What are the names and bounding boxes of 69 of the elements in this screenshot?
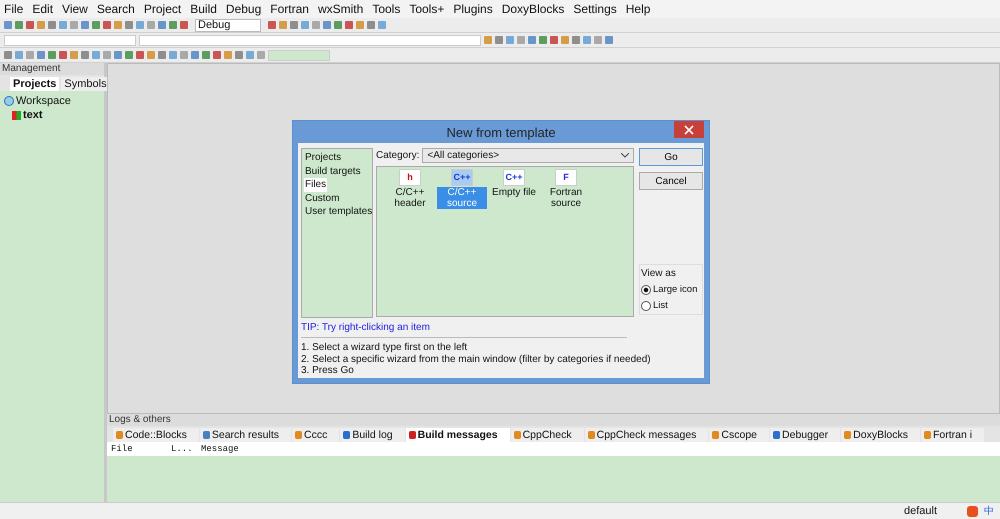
file-icon: F [555,169,577,186]
log-tab[interactable]: Build log [340,428,405,442]
category-item[interactable]: User templates [304,205,374,218]
log-tab[interactable]: DoxyBlocks [841,428,920,442]
category-item[interactable]: Files [304,178,328,192]
category-item[interactable]: Custom [304,192,340,205]
instruction-text: 1. Select a wizard type first on the left [301,342,468,354]
menu-item[interactable]: File [4,2,24,16]
menu-item[interactable]: Search [96,2,135,16]
log-tab[interactable]: CppCheck [510,428,584,442]
file-icon: C++ [451,169,473,186]
close-button[interactable] [674,121,704,138]
file-icon: C++ [503,169,525,186]
panel-tab[interactable]: Symbols [61,77,110,91]
dialog-button[interactable]: Cancel [639,172,703,190]
radio-option[interactable]: List [641,300,701,311]
log-tab[interactable]: CppCheck messages [584,428,708,442]
menu-item[interactable]: Debug [226,2,262,16]
category-item[interactable]: Projects [304,151,342,164]
tip-text: TIP: Try right-clicking an item [301,322,431,333]
log-tab[interactable]: Debugger [770,428,840,442]
panel-title: Logs & others [109,414,171,425]
log-tab[interactable]: Cscope [709,428,770,442]
group-title: View as [641,268,677,279]
menu-item[interactable]: Build [190,2,217,16]
function-dropdown[interactable] [139,34,481,46]
template-item[interactable]: Fortran source [541,187,591,209]
menu-item[interactable]: View [62,2,88,16]
project-icon [12,110,21,120]
category-item[interactable]: Build targets [304,164,362,178]
menu-item[interactable]: DoxyBlocks [502,2,564,16]
build-target-dropdown[interactable]: Debug [195,18,261,32]
log-tab[interactable]: Fortran i [921,428,984,442]
template-item[interactable]: C/C++ header [385,187,435,209]
instruction-text: 3. Press Go [301,365,355,376]
tree-item[interactable]: Workspace [16,95,71,107]
category-dropdown[interactable]: <All categories> [422,148,634,163]
menu-item[interactable]: Plugins [453,2,493,16]
log-tab[interactable]: Build messages [406,428,510,442]
menu-item[interactable]: wxSmith [318,2,364,16]
menu-item[interactable]: Tools+ [409,2,444,16]
dialog-title: New from template [446,124,556,140]
menu-item[interactable]: Project [144,2,182,16]
menu-item[interactable]: Tools [372,2,400,16]
template-item[interactable]: Empty file [491,187,537,198]
column-header[interactable]: Message [201,444,239,454]
log-tab[interactable]: Code::Blocks [113,428,199,442]
column-header[interactable]: File [111,444,171,454]
workspace-icon [4,96,14,106]
tree-item[interactable]: text [23,109,43,121]
dialog-button[interactable]: Go [639,148,703,166]
menu-item[interactable]: Fortran [270,2,309,16]
log-tab[interactable]: Search results [200,428,291,442]
scope-dropdown[interactable] [4,34,136,46]
search-dropdown[interactable] [268,50,330,60]
panel-tab[interactable]: Projects [10,77,60,91]
panel-title: Management [2,63,60,74]
menu-item[interactable]: Help [626,2,650,16]
menu-item[interactable]: Settings [573,2,617,16]
file-icon: h [399,169,421,186]
column-header[interactable]: L... [171,444,201,454]
category-label: Category: [376,150,420,161]
status-text: default [904,505,937,517]
close-icon [684,124,694,134]
ime-indicator[interactable]: 中 [984,504,994,518]
menu-item[interactable]: Edit [32,2,54,16]
log-tab[interactable]: Cccc [292,428,340,442]
radio-option[interactable]: Large icon [641,284,701,295]
instruction-text: 2. Select a specific wizard from the main window (filter by categories if needed) [301,354,652,365]
